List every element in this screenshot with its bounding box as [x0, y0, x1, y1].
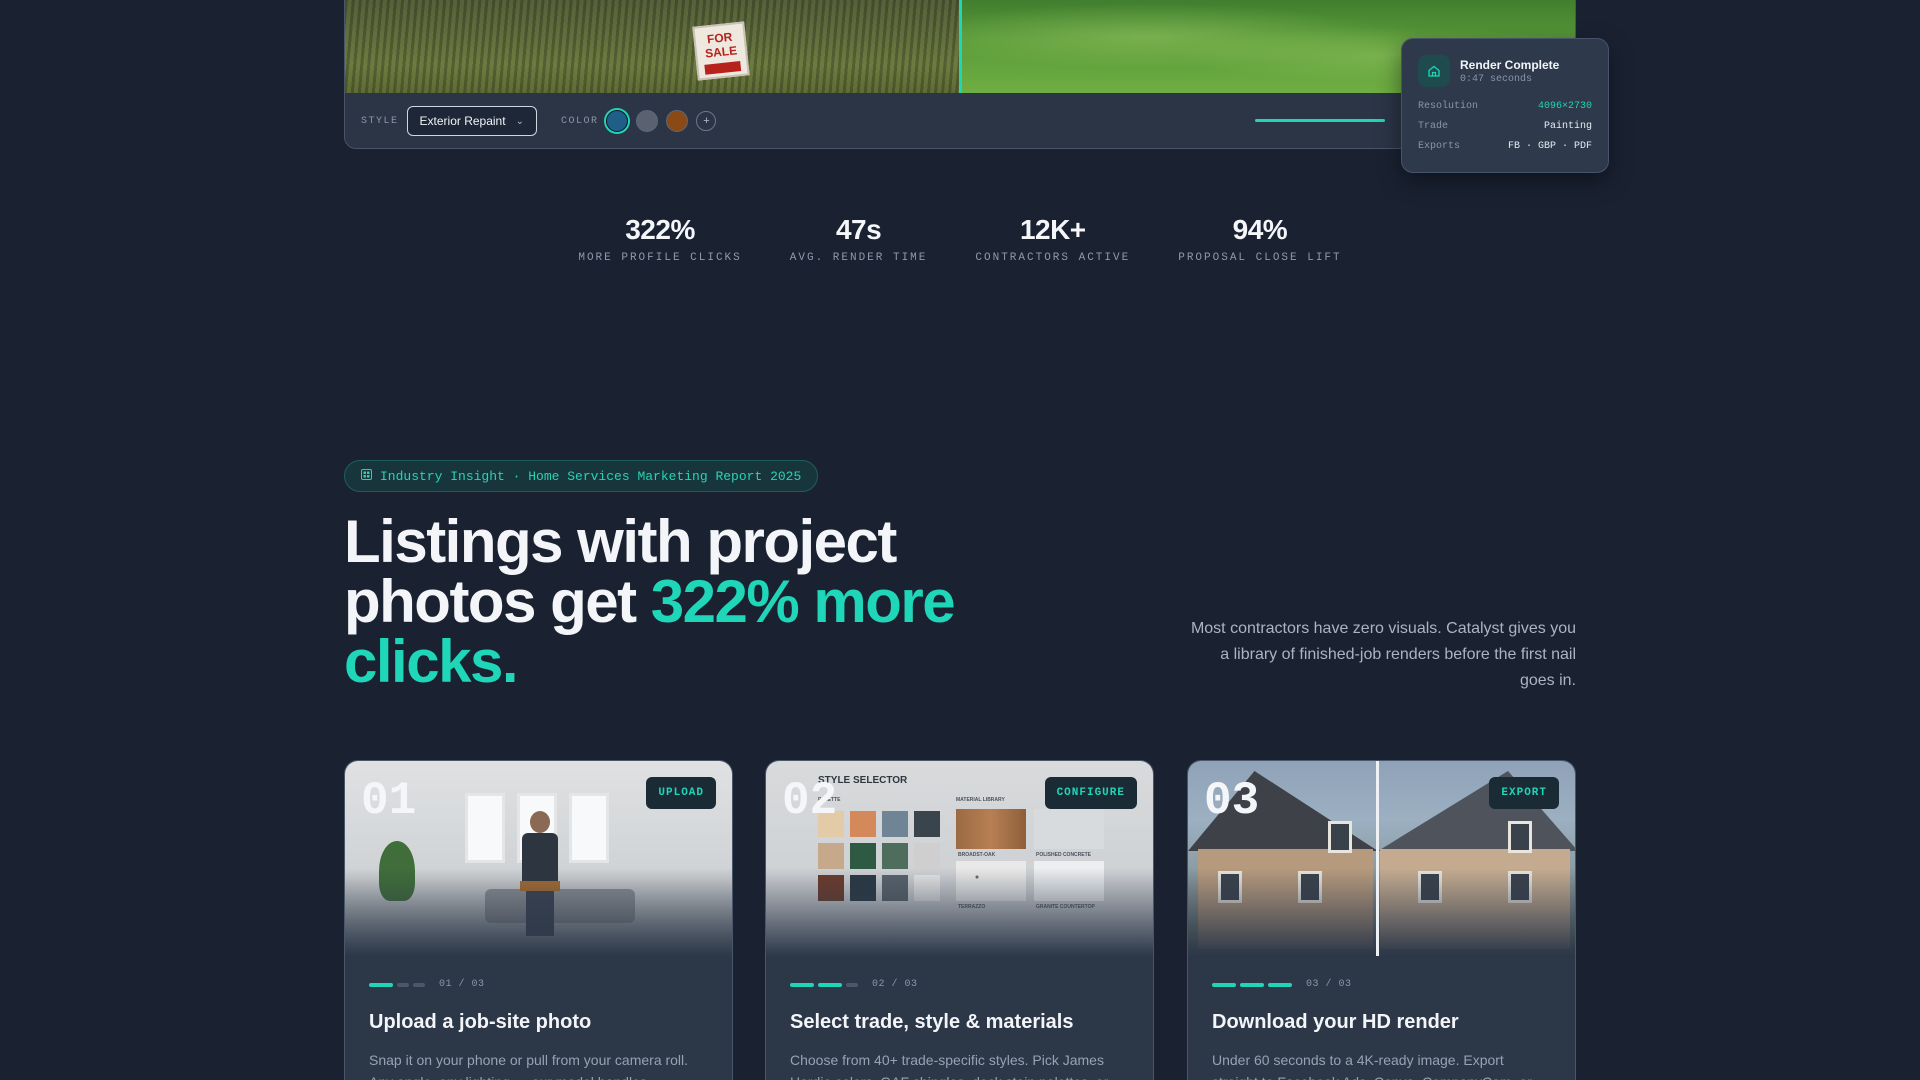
comparison-images: FOR SALE	[345, 0, 1575, 93]
row-key: Trade	[1418, 121, 1449, 132]
row-key: Exports	[1418, 141, 1461, 152]
step-progress: 02 / 03	[790, 979, 918, 990]
step-number: 03	[1204, 775, 1260, 827]
render-detail-row: Exports FB · GBP · PDF	[1418, 141, 1592, 152]
style-dropdown-value: Exterior Repaint	[419, 114, 506, 128]
stats-row: 322% MORE PROFILE CLICKS 47s AVG. RENDER…	[0, 214, 1920, 264]
headline-line-2: photos get	[344, 568, 651, 635]
step-tag: UPLOAD	[646, 777, 716, 809]
row-value: FB · GBP · PDF	[1507, 141, 1592, 152]
step-description: Choose from 40+ trade-specific styles. P…	[790, 1052, 1108, 1080]
style-label: STYLE	[361, 115, 399, 127]
step-progress-text: 03 / 03	[1306, 979, 1352, 990]
stat-item: 12K+ CONTRACTORS ACTIVE	[975, 214, 1130, 264]
render-progress-bar	[1255, 119, 1385, 122]
step-progress: 01 / 03	[369, 979, 485, 990]
step-card-upload[interactable]: 01 UPLOAD 01 / 03 Upload a job-site phot…	[344, 760, 733, 1080]
step-description: Under 60 seconds to a 4K-ready image. Ex…	[1212, 1052, 1532, 1080]
render-card-title: Render Complete	[1460, 57, 1560, 72]
step-title: Download your HD render	[1212, 1011, 1459, 1033]
stat-item: 47s AVG. RENDER TIME	[790, 214, 928, 264]
stat-label: AVG. RENDER TIME	[789, 252, 928, 264]
stat-label: CONTRACTORS ACTIVE	[975, 252, 1131, 264]
stat-item: 94% PROPOSAL CLOSE LIFT	[1178, 214, 1341, 264]
chart-icon	[361, 468, 372, 484]
color-label: COLOR	[560, 115, 599, 127]
step-progress-text: 01 / 03	[439, 979, 485, 990]
step-tag: EXPORT	[1489, 777, 1559, 809]
step-progress-text: 02 / 03	[872, 979, 918, 990]
step-title: Select trade, style & materials	[790, 1011, 1074, 1033]
material-label: GRANITE COUNTERTOP	[1036, 904, 1095, 910]
sign-text: FOR SALE	[704, 29, 738, 61]
insight-badge: Industry Insight · Home Services Marketi…	[344, 460, 819, 492]
stat-label: PROPOSAL CLOSE LIFT	[1178, 252, 1342, 264]
for-sale-sign: FOR SALE	[692, 21, 750, 81]
add-color-button[interactable]: +	[696, 111, 717, 131]
stat-value: 322%	[625, 214, 695, 245]
stat-item: 322% MORE PROFILE CLICKS	[578, 214, 741, 264]
render-control-bar: STYLE Exterior Repaint ⌄ COLOR +	[345, 93, 1575, 148]
before-photo: FOR SALE	[345, 0, 959, 93]
insight-badge-text: Industry Insight · Home Services Marketi…	[380, 468, 802, 484]
row-value: Painting	[1543, 121, 1592, 132]
material-label: TERRAZZO	[958, 904, 986, 910]
color-swatch-gray[interactable]	[636, 110, 659, 132]
section-headline: Listings with project photos get 322% mo…	[344, 512, 1044, 692]
home-icon	[1418, 55, 1450, 87]
row-key: Resolution	[1418, 101, 1479, 112]
stat-label: MORE PROFILE CLICKS	[578, 252, 742, 264]
row-value: 4096×2730	[1537, 101, 1592, 112]
step-card-export[interactable]: 03 EXPORT 03 / 03 Download your HD rende…	[1187, 760, 1576, 1080]
section-lede: Most contractors have zero visuals. Cata…	[1190, 620, 1576, 689]
material-label: POLISHED CONCRETE	[1036, 852, 1092, 858]
headline-line-1: Listings with project	[344, 508, 897, 575]
render-complete-card: Render Complete 0:47 seconds Resolution …	[1401, 38, 1609, 173]
step-description: Snap it on your phone or pull from your …	[369, 1052, 689, 1080]
step-progress: 03 / 03	[1212, 979, 1352, 990]
before-after-preview: FOR SALE STYLE Exterior Repaint ⌄ COLOR …	[344, 0, 1576, 149]
stat-value: 47s	[835, 214, 882, 245]
comparison-divider	[1376, 761, 1379, 956]
material-label: BROADST-OAK	[958, 852, 996, 858]
materials-label: MATERIAL LIBRARY	[956, 797, 1005, 803]
step-tag: CONFIGURE	[1044, 777, 1137, 809]
render-detail-row: Trade Painting	[1418, 121, 1592, 132]
stat-value: 94%	[1232, 214, 1288, 245]
chevron-down-icon: ⌄	[515, 115, 524, 127]
stat-value: 12K+	[1019, 214, 1086, 245]
style-dropdown[interactable]: Exterior Repaint ⌄	[406, 106, 537, 136]
step-card-configure[interactable]: STYLE SELECTOR PALETTE MATERIAL LIBRARY …	[765, 760, 1154, 1080]
step-number: 02	[782, 775, 838, 827]
color-swatch-brown[interactable]	[666, 110, 689, 132]
step-number: 01	[361, 775, 417, 827]
render-card-subtitle: 0:47 seconds	[1460, 73, 1533, 85]
render-detail-row: Resolution 4096×2730	[1418, 101, 1592, 112]
step-title: Upload a job-site photo	[369, 1011, 592, 1033]
color-swatch-blue[interactable]	[606, 110, 629, 132]
